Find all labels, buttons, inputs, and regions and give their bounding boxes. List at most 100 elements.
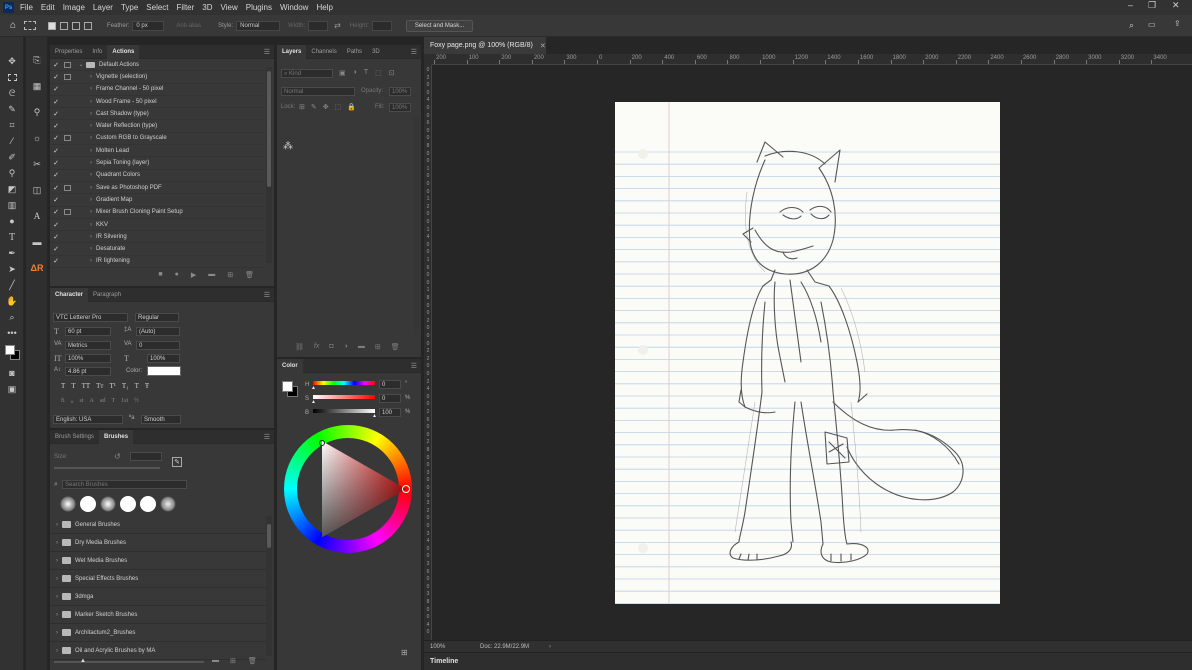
adjustment-filter-icon[interactable]: ◑ [353,69,357,77]
eraser-tool-icon[interactable]: ◩ [0,181,24,197]
select-and-mask-button[interactable]: Select and Mask... [405,19,474,32]
actions-scrollbar[interactable] [266,67,272,263]
action-item[interactable]: ✓ › Frame Channel - 50 pixel [50,84,266,96]
intersect-selection-icon[interactable] [84,21,93,30]
dialog-toggle-icon[interactable] [64,111,71,117]
brush-group-item[interactable]: › Marker Sketch Brushes [50,606,266,624]
smart-filter-icon[interactable]: ⊡ [389,69,395,77]
foreground-color-swatch[interactable] [5,345,15,355]
chevron-right-icon[interactable]: › [86,197,96,203]
type-style-button[interactable]: Ŧ [145,382,149,390]
panel-menu-icon[interactable]: ☰ [411,362,417,370]
color-triangle[interactable] [284,425,412,553]
adjustments-panel-icon[interactable]: ☼ [26,125,48,151]
brush-group-item[interactable]: › Architactum2_Brushes [50,624,266,642]
opentype-button[interactable]: 1st [121,398,128,405]
type-style-button[interactable]: T¹ [109,382,115,390]
mask-icon[interactable]: ◘ [329,343,333,351]
menu-type[interactable]: Type [121,3,138,12]
chevron-right-icon[interactable]: › [52,612,62,618]
action-item[interactable]: ✓ › Wood Frame - 50 pixel [50,96,266,109]
color-wheel[interactable] [284,425,412,553]
eyedropper-tool-icon[interactable]: ⁄ [0,133,24,149]
new-layer-icon[interactable]: ⊞ [375,343,381,351]
brush-group-item[interactable]: › 3dmga [50,588,266,606]
tab-3d[interactable]: 3D [367,45,385,59]
hard-brush-icon[interactable] [80,496,96,512]
check-icon[interactable]: ✓ [50,122,62,130]
width-input[interactable] [308,20,329,31]
language-select[interactable]: English: USA [53,415,123,424]
check-icon[interactable]: ✓ [50,221,62,229]
move-tool-icon[interactable]: ✥ [0,53,24,69]
history-panel-icon[interactable]: ⎘ [26,47,48,73]
swatches-panel-icon[interactable]: ▦ [26,73,48,99]
tab-brushes[interactable]: Brushes [99,429,134,444]
horizontal-ruler[interactable]: 200 100 200 200 300 0 200 400 600 800 1000 1200 1400… [432,54,1192,65]
share-icon[interactable]: ⇪ [1174,19,1181,28]
chevron-right-icon[interactable]: › [86,99,96,105]
kerning-select[interactable]: Metrics [65,341,111,350]
tracking-input[interactable]: 0 [136,341,180,350]
zoom-tool-icon[interactable]: ⌕ [0,309,24,325]
check-icon[interactable]: ✓ [50,147,62,155]
stamp-tool-icon[interactable]: ⚲ [0,165,24,181]
menu-help[interactable]: Help [316,3,332,12]
chevron-right-icon[interactable]: › [52,558,62,564]
action-item[interactable]: ✓ › Cast Shadow (type) [50,108,266,121]
new-action-icon[interactable]: ⊞ [227,271,233,279]
opentype-button[interactable]: ½ [134,398,139,405]
marquee-preset-icon[interactable] [24,21,37,30]
check-icon[interactable]: ✓ [50,98,62,106]
stop-icon[interactable]: ■ [158,271,162,279]
plugin-panel-icon[interactable]: ΔR [26,255,48,281]
crop-tool-icon[interactable]: ⌗ [0,117,24,133]
brush-preview-slider[interactable]: ▲ [54,658,204,664]
swap-icon[interactable]: ⇄ [334,21,341,30]
chevron-right-icon[interactable]: › [86,258,96,264]
font-style-select[interactable]: Regular [135,313,179,322]
panel-menu-icon[interactable]: ☰ [264,433,270,441]
action-item[interactable]: ✓ › Sepia Toning (layer) [50,157,266,170]
screen-mode-icon[interactable]: ▣ [0,381,24,397]
chevron-right-icon[interactable]: › [86,86,96,92]
brush-group-item[interactable]: › Wet Media Brushes [50,552,266,570]
play-icon[interactable]: ▶ [191,271,196,279]
chevron-right-icon[interactable]: › [52,648,62,654]
document-tab[interactable]: Foxy page.png @ 100% (RGB/8) ✕ [424,37,546,54]
menu-plugins[interactable]: Plugins [246,3,272,12]
dodge-tool-icon[interactable]: ● [0,213,24,229]
opentype-button[interactable]: st [79,398,83,405]
search-brushes-input[interactable]: Search Brushes [62,480,187,489]
restore-icon[interactable]: ❐ [1148,0,1156,11]
color-swatches[interactable] [0,341,23,365]
pixel-filter-icon[interactable]: ▣ [339,69,346,77]
dialog-toggle-icon[interactable] [64,172,71,178]
check-icon[interactable]: ✓ [50,73,62,81]
menu-file[interactable]: File [20,3,33,12]
chevron-right-icon[interactable]: › [52,630,62,636]
dialog-toggle-icon[interactable] [64,86,71,92]
dialog-toggle-icon[interactable] [64,99,71,105]
vertical-scale-input[interactable]: 100% [65,354,111,363]
new-selection-icon[interactable] [48,21,57,30]
action-item[interactable]: ✓ › Custom RGB to Grayscale [50,133,266,146]
chevron-right-icon[interactable]: › [86,135,96,141]
brush-group-item[interactable]: › Dry Media Brushes [50,534,266,552]
dialog-toggle-icon[interactable] [64,184,71,191]
leading-input[interactable]: (Auto) [136,327,180,336]
panel-menu-icon[interactable]: ☰ [264,48,270,56]
type-style-button[interactable]: TT [82,382,91,390]
panel-menu-icon[interactable]: ☰ [264,291,270,299]
trash-icon[interactable]: 🗑 [245,271,254,279]
style-select[interactable]: Normal [236,20,281,31]
layer-filter-select[interactable]: ⌕ Kind [281,69,333,78]
chevron-right-icon[interactable]: › [86,185,96,191]
check-icon[interactable]: ✓ [50,61,62,69]
size-slider[interactable] [54,467,160,469]
trash-icon[interactable]: 🗑 [248,657,257,665]
menu-3d[interactable]: 3D [202,3,212,12]
action-item[interactable]: ✓ › Desaturate [50,243,266,256]
menu-window[interactable]: Window [280,3,308,12]
minimize-icon[interactable]: – [1128,0,1133,10]
